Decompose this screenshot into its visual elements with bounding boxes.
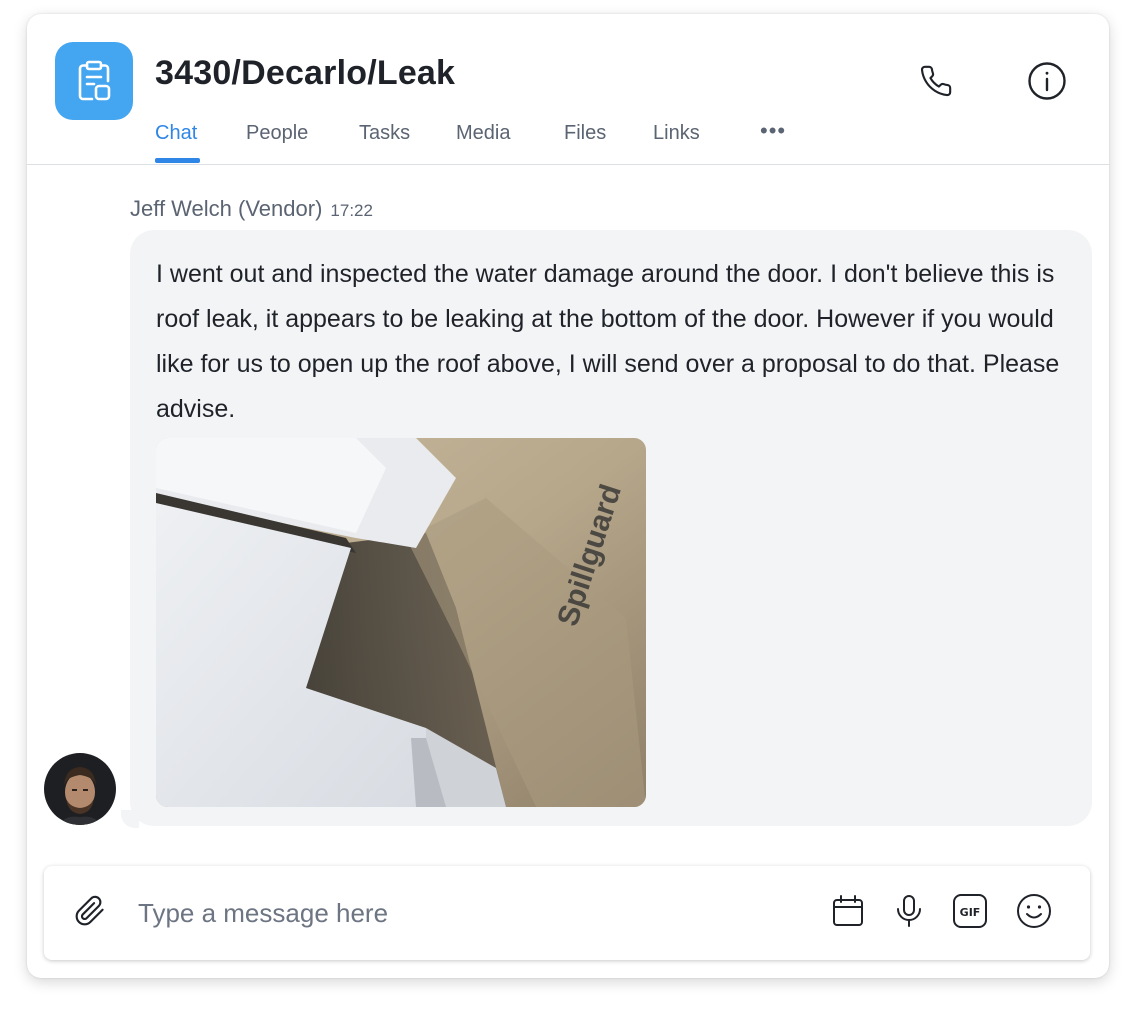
more-tabs-button[interactable]: ••• (760, 118, 786, 144)
message-photo[interactable]: Spillguard (156, 438, 646, 807)
phone-icon (919, 64, 953, 103)
attach-button[interactable] (70, 893, 110, 933)
tab-chat[interactable]: Chat (155, 122, 197, 145)
message-meta: Jeff Welch (Vendor) 17:22 (130, 196, 373, 222)
schedule-button[interactable] (828, 893, 868, 933)
active-tab-indicator (155, 158, 200, 163)
message-text: I went out and inspected the water damag… (156, 260, 1060, 423)
message-input[interactable] (138, 892, 798, 934)
calendar-icon (831, 894, 865, 933)
conversation-header: 3430/Decarlo/Leak Chat People Tasks Medi… (27, 14, 1109, 165)
tab-media[interactable]: Media (456, 122, 510, 145)
info-button[interactable] (1026, 61, 1068, 106)
avatar[interactable] (44, 753, 116, 825)
sender-name: Jeff Welch (Vendor) (130, 196, 323, 221)
emoji-button[interactable] (1014, 893, 1054, 933)
gif-button[interactable]: GIF (950, 893, 990, 933)
tab-links[interactable]: Links (653, 122, 700, 145)
message-bubble: I went out and inspected the water damag… (130, 230, 1092, 826)
microphone-icon (893, 894, 925, 933)
message-composer: GIF (44, 866, 1090, 960)
svg-text:GIF: GIF (960, 906, 981, 919)
clipboard-icon[interactable] (55, 42, 133, 120)
call-button[interactable] (915, 62, 957, 104)
tab-tasks[interactable]: Tasks (359, 122, 410, 145)
tab-files[interactable]: Files (564, 122, 606, 145)
gif-icon: GIF (952, 893, 988, 934)
chat-window: 3430/Decarlo/Leak Chat People Tasks Medi… (27, 14, 1109, 978)
message-timestamp: 17:22 (330, 201, 373, 220)
tab-people[interactable]: People (246, 122, 308, 145)
info-icon (1027, 61, 1067, 106)
smiley-icon (1016, 893, 1052, 934)
voice-button[interactable] (889, 893, 929, 933)
paperclip-icon (74, 895, 106, 932)
conversation-title: 3430/Decarlo/Leak (155, 54, 456, 92)
